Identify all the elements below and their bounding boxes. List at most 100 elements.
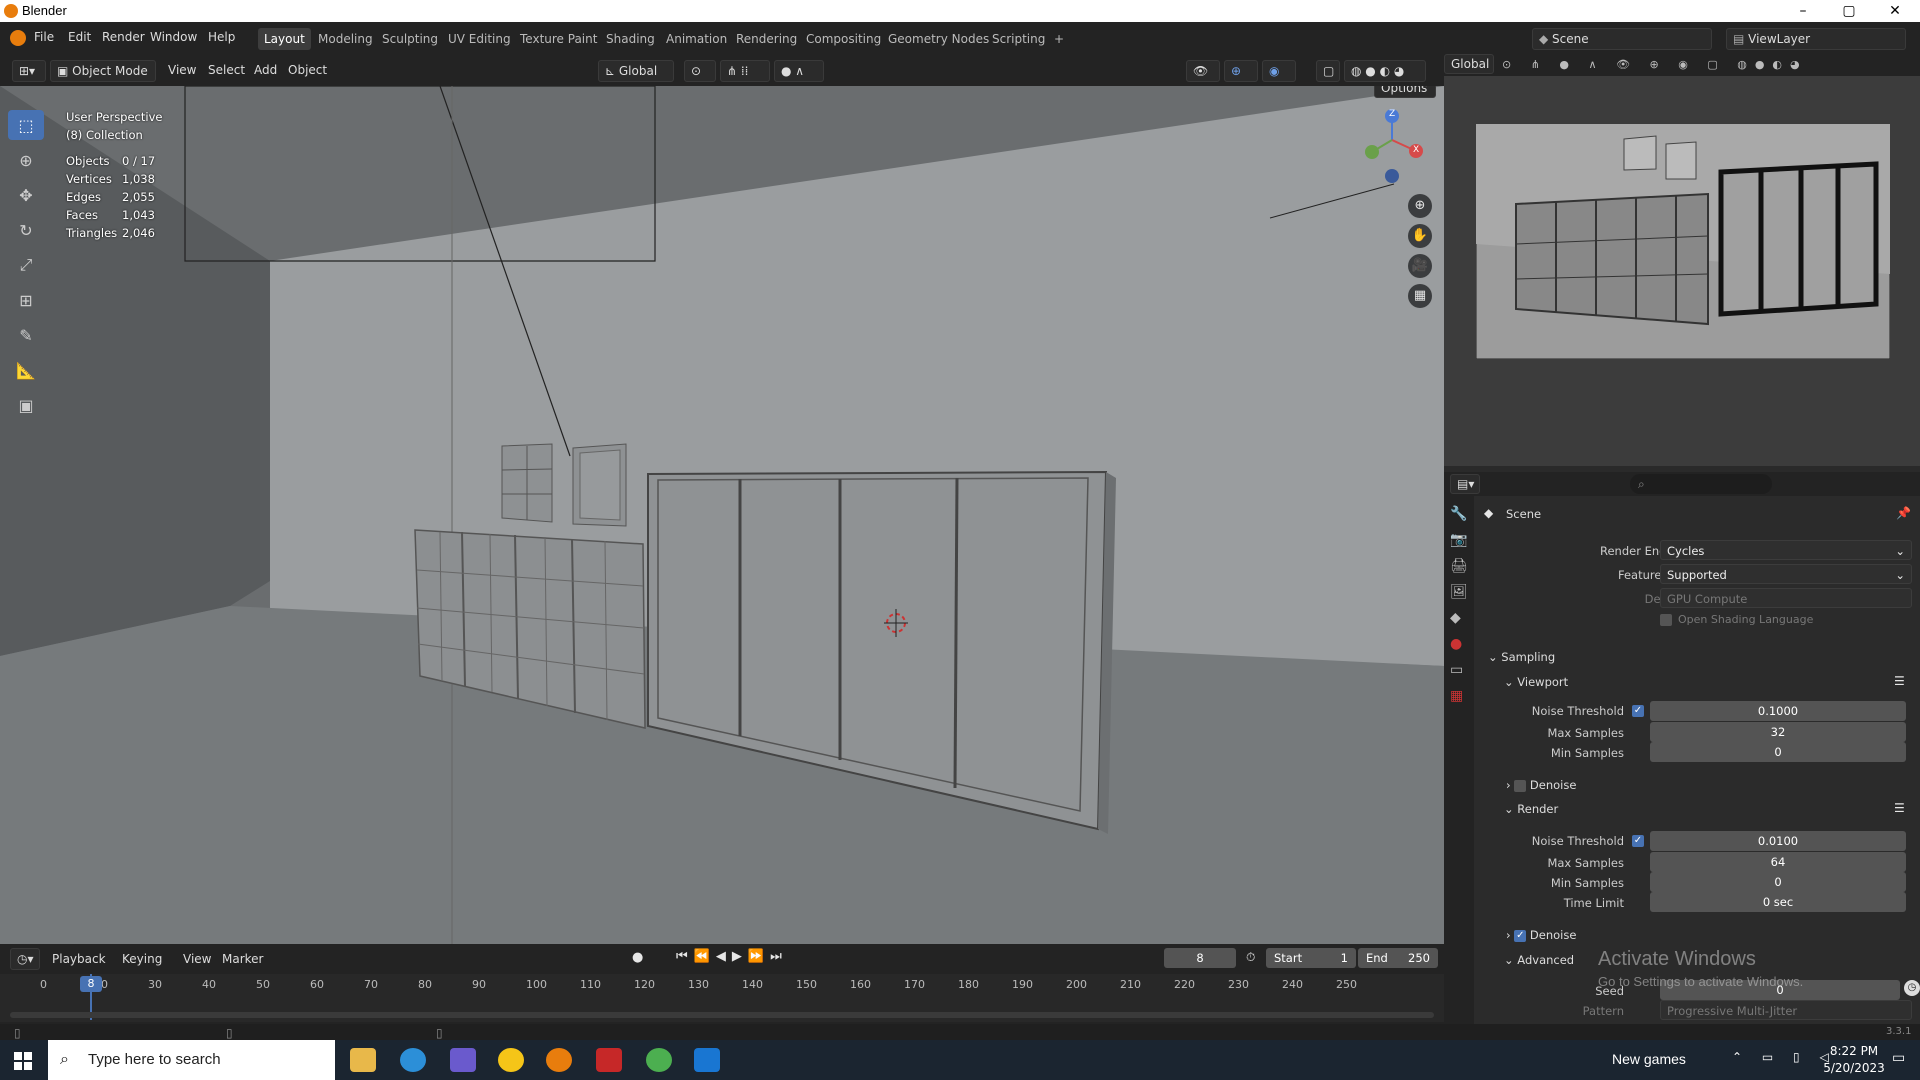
tab-compositing[interactable]: Compositing (800, 28, 887, 50)
tray-icons[interactable]: ⌃ ▭ ▯ ◁ (1732, 1050, 1837, 1064)
pivot-point-button[interactable]: ⊙ (684, 60, 716, 82)
media-app-icon[interactable] (596, 1048, 622, 1072)
rotate-icon[interactable]: ↻ (8, 215, 44, 245)
properties-search[interactable]: ⌕ (1630, 474, 1772, 494)
chrome-icon[interactable] (646, 1048, 672, 1072)
viewport-subpanel-header[interactable]: ⌄ Viewport (1504, 675, 1568, 689)
menu-marker[interactable]: Marker (222, 952, 263, 966)
view-layer-selector[interactable]: ▤ ViewLayer (1726, 28, 1906, 50)
r-denoise-header[interactable]: › ✓ Denoise (1506, 928, 1576, 942)
properties-editor-type[interactable]: ▤▾ (1450, 474, 1480, 494)
render-preview[interactable] (1444, 76, 1920, 466)
file-explorer-icon[interactable] (350, 1048, 376, 1072)
menu-view[interactable]: View (168, 63, 196, 77)
pan-hand-icon[interactable]: ✋ (1408, 224, 1432, 248)
r-min-field[interactable]: 0 (1650, 872, 1906, 892)
r-denoise-checkbox[interactable]: ✓ (1514, 929, 1527, 942)
menu-add[interactable]: Add (254, 63, 277, 77)
minimize-button[interactable]: – (1780, 0, 1826, 22)
device-dropdown[interactable]: GPU Compute (1660, 588, 1912, 608)
stopwatch-icon[interactable]: ⏱ (1246, 950, 1255, 965)
playback-controls[interactable]: ⏮⏪◀▶⏩⏭ (676, 949, 788, 964)
start-frame-field[interactable]: Start 1 (1266, 948, 1356, 968)
seed-clock-icon[interactable]: ◷ (1904, 980, 1920, 996)
add-workspace-button[interactable]: + (1048, 28, 1070, 50)
camera-view-icon[interactable]: 🎥 (1408, 254, 1432, 278)
list-icon[interactable]: ☰ (1894, 801, 1905, 815)
maximize-button[interactable]: ▢ (1826, 0, 1872, 22)
tool-tab-icon[interactable]: 🔧 (1450, 506, 1468, 522)
menu-edit[interactable]: Edit (68, 30, 91, 44)
view-layer-tab-icon[interactable]: 🖼 (1450, 584, 1468, 600)
timeline-scrollbar[interactable] (10, 1012, 1434, 1018)
collection-tab-icon[interactable]: ▭ (1450, 662, 1468, 678)
cursor-icon[interactable]: ⊕ (8, 145, 44, 175)
clock-time[interactable]: 8:22 PM (1822, 1044, 1886, 1058)
pattern-dropdown[interactable]: Progressive Multi-Jitter (1660, 1000, 1912, 1020)
menu-render[interactable]: Render (102, 30, 145, 44)
record-icon[interactable]: ● (632, 950, 643, 965)
measure-icon[interactable]: 📐 (8, 355, 44, 385)
timeline-track[interactable]: 0203040506070809010011012013014015016017… (0, 974, 1444, 1022)
transform-icon[interactable]: ⊞ (8, 285, 44, 315)
close-button[interactable]: ✕ (1872, 0, 1918, 22)
news-widget[interactable]: New games (1612, 1051, 1686, 1067)
tab-rendering[interactable]: Rendering (730, 28, 803, 50)
r-noise-checkbox[interactable]: ✓ (1632, 835, 1644, 847)
menu-select[interactable]: Select (208, 63, 245, 77)
playhead-frame[interactable]: 8 (80, 976, 102, 992)
tab-geometry-nodes[interactable]: Geometry Nodes (882, 28, 995, 50)
time-limit-field[interactable]: 0 sec (1650, 892, 1906, 912)
tab-uv-editing[interactable]: UV Editing (442, 28, 517, 50)
render-tab-icon[interactable]: 📷 (1450, 532, 1468, 548)
tab-shading[interactable]: Shading (600, 28, 661, 50)
window-small-right[interactable] (572, 443, 627, 527)
visibility-button[interactable]: 👁 (1186, 60, 1220, 82)
window-small-left[interactable] (501, 443, 553, 523)
scene-selector[interactable]: ◆ Scene (1532, 28, 1712, 50)
select-box-icon[interactable]: ⬚ (8, 110, 44, 140)
preview-header-tools[interactable]: ⊙ ⋔ ● ∧ 👁 ⊕ ◉ ▢ ◍●◐◕ (1502, 58, 1808, 71)
clock-date[interactable]: 5/20/2023 (1822, 1061, 1886, 1075)
timeline-editor-type[interactable]: ◷▾ (10, 948, 40, 970)
tab-modeling[interactable]: Modeling (312, 28, 379, 50)
taskbar-search[interactable]: ⌕ Type here to search (48, 1040, 335, 1080)
zoom-icon[interactable]: ⊕ (1408, 194, 1432, 218)
shading-mode-buttons[interactable]: ◍ ● ◐ ◕ (1344, 60, 1426, 82)
mode-selector[interactable]: ▣ Object Mode (50, 60, 156, 82)
tab-texture-paint[interactable]: Texture Paint (514, 28, 603, 50)
edge-icon[interactable] (400, 1048, 426, 1072)
proportional-edit-button[interactable]: ● ∧ (774, 60, 824, 82)
advanced-subpanel-header[interactable]: ⌄ Advanced (1504, 953, 1574, 967)
options-button[interactable]: Options (1374, 86, 1436, 98)
photos-icon[interactable] (694, 1048, 720, 1072)
add-cube-icon[interactable]: ▣ (8, 390, 44, 420)
vp-max-field[interactable]: 32 (1650, 722, 1906, 742)
tab-scripting[interactable]: Scripting (986, 28, 1051, 50)
orientation-selector[interactable]: ⊾ Global (598, 60, 674, 82)
vp-min-field[interactable]: 0 (1650, 742, 1906, 762)
notification-icon[interactable]: ▭ (1892, 1050, 1905, 1066)
menu-file[interactable]: File (34, 30, 54, 44)
list-icon[interactable]: ☰ (1894, 674, 1905, 688)
chrome-canary-icon[interactable] (498, 1048, 524, 1072)
right-orientation-selector[interactable]: Global (1444, 54, 1494, 74)
gizmo-toggle-button[interactable]: ⊕ (1224, 60, 1258, 82)
vp-noise-checkbox[interactable]: ✓ (1632, 705, 1644, 717)
current-frame-field[interactable]: 8 (1164, 948, 1236, 968)
r-max-field[interactable]: 64 (1650, 852, 1906, 872)
tab-sculpting[interactable]: Sculpting (376, 28, 444, 50)
world-tab-icon[interactable]: ● (1450, 636, 1468, 652)
output-tab-icon[interactable]: 🖨 (1450, 558, 1468, 574)
editor-type-button[interactable]: ⊞▾ (12, 60, 46, 82)
xray-button[interactable]: ▢ (1316, 60, 1340, 82)
osl-checkbox[interactable] (1660, 614, 1672, 626)
3d-viewport[interactable]: User Perspective (8) Collection Objects 0… (0, 86, 1444, 944)
menu-timeline-view[interactable]: View (183, 952, 211, 966)
overlay-toggle-button[interactable]: ◉ (1262, 60, 1296, 82)
snap-button[interactable]: ⋔ ⁞⁞ (720, 60, 770, 82)
r-noise-field[interactable]: 0.0100 (1650, 831, 1906, 851)
app-icon[interactable] (450, 1048, 476, 1072)
start-button-icon[interactable] (14, 1052, 32, 1070)
move-icon[interactable]: ✥ (8, 180, 44, 210)
